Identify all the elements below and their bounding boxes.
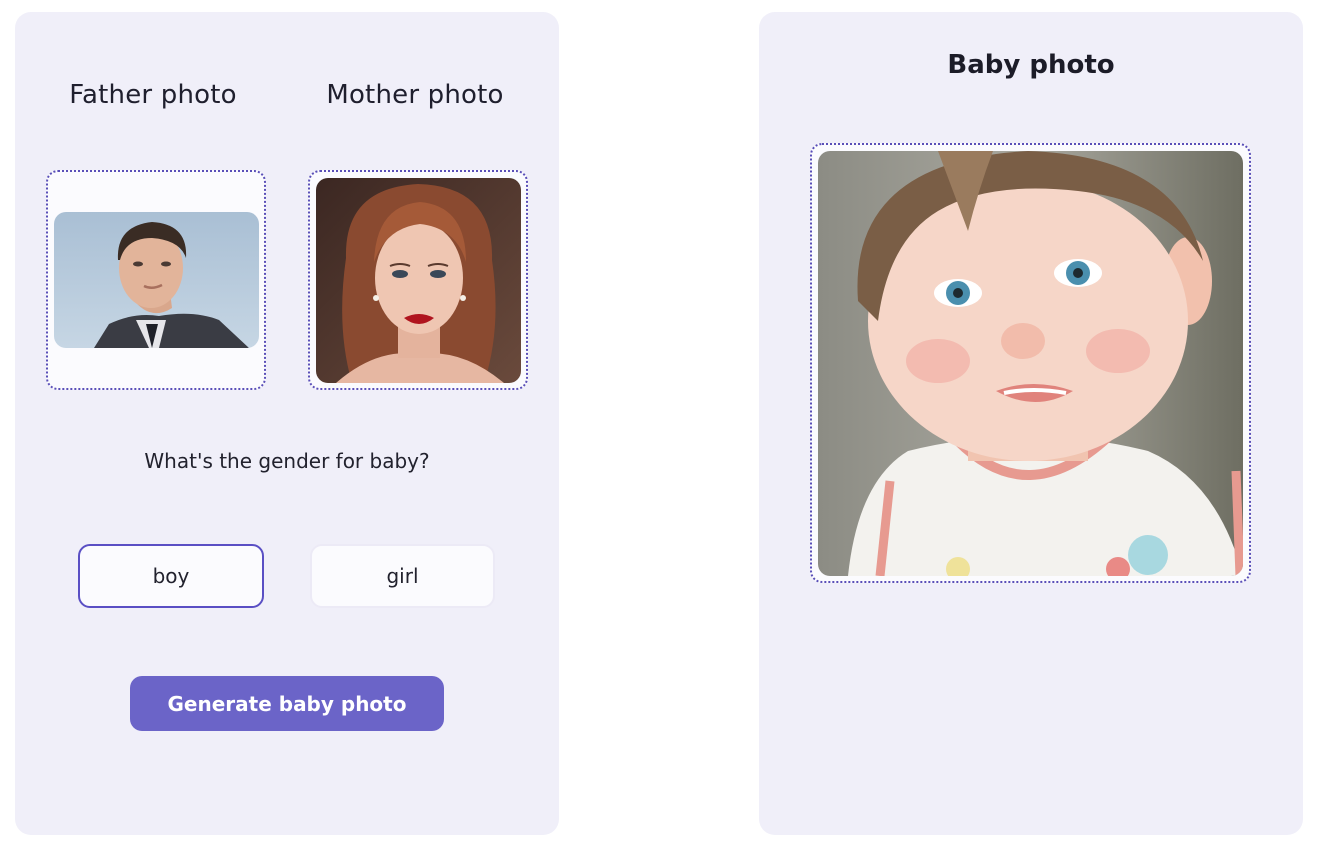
gender-boy-button[interactable]: boy	[78, 544, 264, 608]
father-photo-title: Father photo	[69, 80, 237, 110]
baby-photo-image	[818, 151, 1243, 576]
baby-panel: Baby photo	[759, 12, 1303, 835]
gender-question: What's the gender for baby?	[144, 449, 430, 473]
father-photo-image	[54, 212, 259, 348]
baby-photo-frame	[810, 143, 1251, 583]
mother-photo-title: Mother photo	[326, 80, 504, 110]
mother-photo-upload[interactable]	[308, 170, 528, 390]
generate-baby-photo-button[interactable]: Generate baby photo	[130, 676, 444, 731]
gender-girl-button[interactable]: girl	[310, 544, 495, 608]
mother-photo-image	[316, 178, 521, 383]
baby-generator-page: Father photo Mother photo What's the gen…	[0, 0, 1317, 851]
parents-panel: Father photo Mother photo What's the gen…	[15, 12, 559, 835]
baby-photo-title: Baby photo	[947, 50, 1115, 80]
father-photo-upload[interactable]	[46, 170, 266, 390]
